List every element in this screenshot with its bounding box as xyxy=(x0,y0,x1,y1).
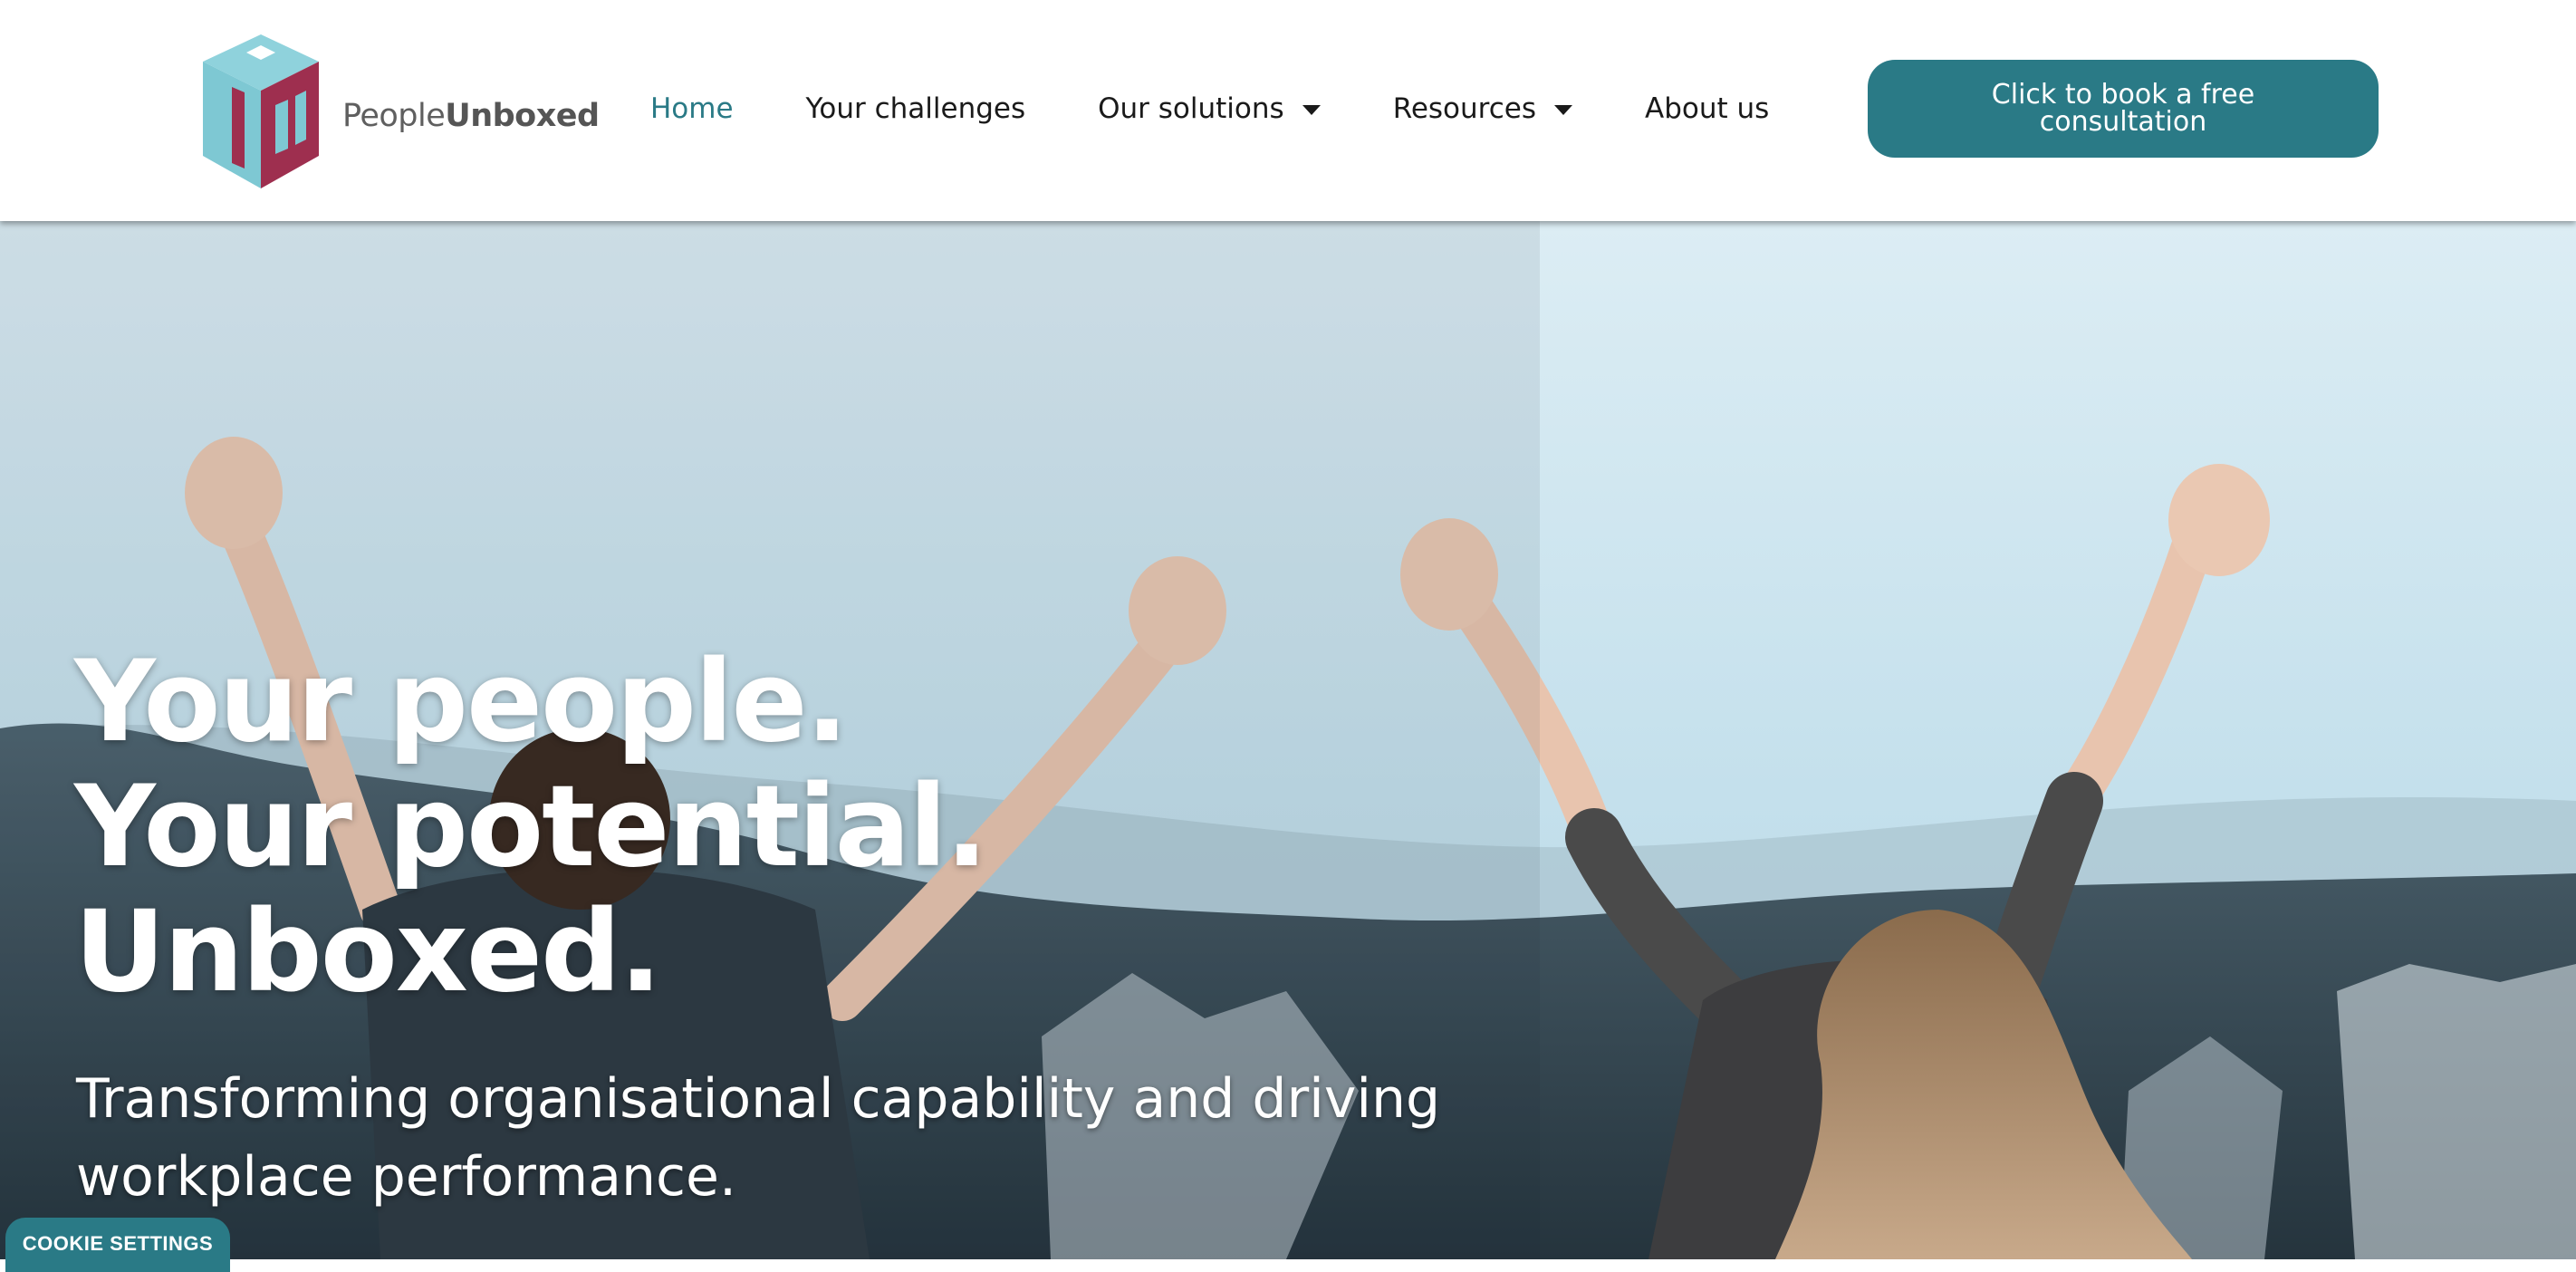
site-header: PeopleUnboxed Home Your challenges Our s… xyxy=(0,0,2576,221)
hero-subheadline: Transforming organisational capability a… xyxy=(76,1067,1441,1209)
nav-item-resources[interactable]: Resources xyxy=(1392,92,1573,125)
brand-logo[interactable]: PeopleUnboxed xyxy=(201,33,600,192)
nav-item-label: Our solutions xyxy=(1098,92,1284,125)
cube-pu-logo-icon xyxy=(203,34,319,188)
hero-headline-line: Your people. xyxy=(74,637,849,767)
caret-down-icon[interactable] xyxy=(1302,104,1321,115)
nav-item-our-solutions[interactable]: Our solutions xyxy=(1098,92,1321,125)
nav-item-label: About us xyxy=(1645,92,1770,125)
brand-name-light: People xyxy=(342,98,446,134)
hero-headline-line: Your potential. xyxy=(74,762,988,892)
nav-item-label: Resources xyxy=(1392,92,1537,125)
book-consultation-button[interactable]: Click to book a free consultation xyxy=(1868,60,2379,158)
nav-item-label: Home xyxy=(650,92,734,125)
hero-headline-line: Unboxed. xyxy=(74,887,662,1017)
hero-banner: Your people. Your potential. Unboxed. Tr… xyxy=(0,221,2576,1259)
nav-item-about-us[interactable]: About us xyxy=(1645,92,1769,125)
nav-item-home[interactable]: Home xyxy=(650,92,734,125)
caret-down-icon[interactable] xyxy=(1554,104,1573,115)
cookie-settings-button[interactable]: COOKIE SETTINGS xyxy=(5,1218,230,1272)
main-nav: Home Your challenges Our solutions Resou… xyxy=(650,87,1841,130)
brand-name-bold: Unboxed xyxy=(445,98,600,134)
hero-headline: Your people. Your potential. Unboxed. xyxy=(74,637,988,1017)
nav-item-your-challenges[interactable]: Your challenges xyxy=(806,92,1026,125)
nav-item-label: Your challenges xyxy=(805,92,1026,125)
brand-wordmark: PeopleUnboxed xyxy=(342,98,600,134)
